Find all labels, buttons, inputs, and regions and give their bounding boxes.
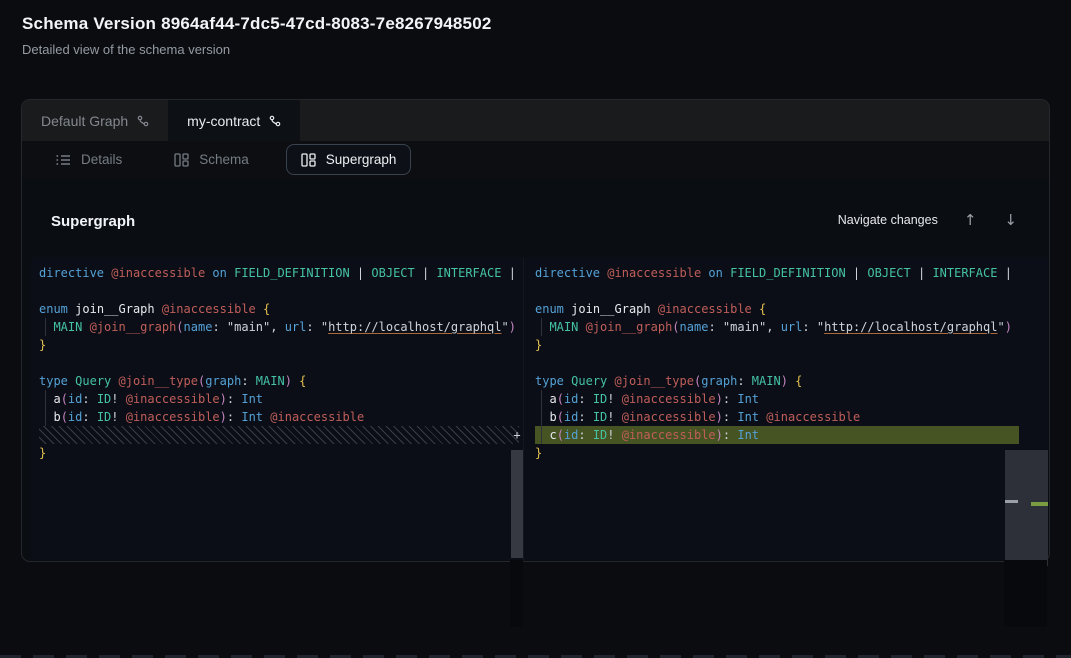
supergraph-heading: Supergraph bbox=[51, 213, 135, 230]
indent-guide bbox=[541, 318, 542, 336]
change-marker-added bbox=[1031, 502, 1048, 506]
overview-ruler-slider[interactable] bbox=[1005, 450, 1048, 566]
navigate-changes-label: Navigate changes bbox=[838, 213, 938, 227]
indent-guide bbox=[541, 426, 542, 444]
previous-change-button[interactable]: ↑ bbox=[962, 211, 979, 229]
navigate-changes: Navigate changes ↑ ↓ bbox=[838, 211, 1019, 229]
subtab-label: Details bbox=[81, 152, 122, 167]
code-line bbox=[535, 354, 1017, 372]
code-line: MAIN @join__graph(name: "main", url: "ht… bbox=[39, 318, 519, 336]
tab-schema[interactable]: Schema bbox=[159, 144, 264, 175]
columns-icon bbox=[174, 153, 189, 167]
schema-version-page: Schema Version 8964af44-7dc5-47cd-8083-7… bbox=[0, 0, 1071, 658]
overview-ruler[interactable] bbox=[1005, 257, 1048, 560]
code-line: } bbox=[39, 444, 519, 462]
scroll-column-artifact-left bbox=[510, 560, 523, 627]
page-title: Schema Version 8964af44-7dc5-47cd-8083-7… bbox=[22, 14, 492, 34]
code-line: } bbox=[39, 336, 519, 354]
tab-details[interactable]: Details bbox=[41, 144, 137, 175]
diff-removed-placeholder bbox=[39, 426, 519, 444]
subtab-label: Schema bbox=[199, 152, 249, 167]
indent-guide bbox=[541, 390, 542, 408]
graph-fork-icon bbox=[269, 115, 281, 127]
url-link[interactable]: http://localhost/graphql bbox=[824, 320, 997, 334]
indent-guide bbox=[45, 408, 46, 426]
tab-label: Default Graph bbox=[41, 113, 128, 129]
columns-icon bbox=[301, 153, 316, 167]
code-line: a(id: ID! @inaccessible): Int bbox=[39, 390, 519, 408]
list-icon bbox=[56, 154, 71, 166]
tab-supergraph[interactable]: Supergraph bbox=[286, 144, 412, 175]
diff-pane-current[interactable]: directive @inaccessible on FIELD_DEFINIT… bbox=[523, 257, 1017, 560]
code-line: directive @inaccessible on FIELD_DEFINIT… bbox=[535, 264, 1017, 282]
code-line bbox=[39, 282, 519, 300]
code-line: enum join__Graph @inaccessible { bbox=[535, 300, 1017, 318]
subtab-label: Supergraph bbox=[326, 152, 397, 167]
tab-label: my-contract bbox=[187, 113, 260, 129]
change-marker-modified bbox=[1005, 500, 1018, 503]
diff-added-line: c(id: ID! @inaccessible): Int bbox=[535, 426, 1017, 444]
code-line: MAIN @join__graph(name: "main", url: "ht… bbox=[535, 318, 1017, 336]
code-line: b(id: ID! @inaccessible): Int @inaccessi… bbox=[535, 408, 1017, 426]
indent-guide bbox=[541, 408, 542, 426]
graph-fork-icon bbox=[137, 115, 149, 127]
code-line: } bbox=[535, 336, 1017, 354]
code-line: b(id: ID! @inaccessible): Int @inaccessi… bbox=[39, 408, 519, 426]
scroll-column-artifact-right bbox=[1004, 560, 1047, 627]
page-subtitle: Detailed view of the schema version bbox=[22, 42, 492, 57]
indent-guide bbox=[45, 318, 46, 336]
graph-tab-strip: Default Graph my-contract bbox=[22, 100, 1049, 141]
code-line: type Query @join__type(graph: MAIN) { bbox=[535, 372, 1017, 390]
schema-diff-editor: directive @inaccessible on FIELD_DEFINIT… bbox=[31, 257, 1048, 560]
code-line: } bbox=[535, 444, 1017, 462]
code-line: directive @inaccessible on FIELD_DEFINIT… bbox=[39, 264, 519, 282]
next-change-button[interactable]: ↓ bbox=[1002, 211, 1019, 229]
code-line: type Query @join__type(graph: MAIN) { bbox=[39, 372, 519, 390]
view-tab-row: Details Schema bbox=[22, 141, 1049, 178]
indent-guide bbox=[45, 390, 46, 408]
code-line bbox=[535, 282, 1017, 300]
tab-default-graph[interactable]: Default Graph bbox=[22, 100, 168, 141]
code-line: enum join__Graph @inaccessible { bbox=[39, 300, 519, 318]
diff-add-marker: + bbox=[511, 426, 523, 444]
tab-my-contract[interactable]: my-contract bbox=[168, 100, 300, 141]
code-line: a(id: ID! @inaccessible): Int bbox=[535, 390, 1017, 408]
diff-pane-previous[interactable]: directive @inaccessible on FIELD_DEFINIT… bbox=[31, 257, 519, 560]
schema-version-card: Default Graph my-contract bbox=[21, 99, 1050, 562]
url-link[interactable]: http://localhost/graphql bbox=[328, 320, 501, 334]
code-line bbox=[39, 354, 519, 372]
left-editor-scrollbar[interactable] bbox=[511, 450, 523, 558]
page-header: Schema Version 8964af44-7dc5-47cd-8083-7… bbox=[22, 14, 492, 57]
